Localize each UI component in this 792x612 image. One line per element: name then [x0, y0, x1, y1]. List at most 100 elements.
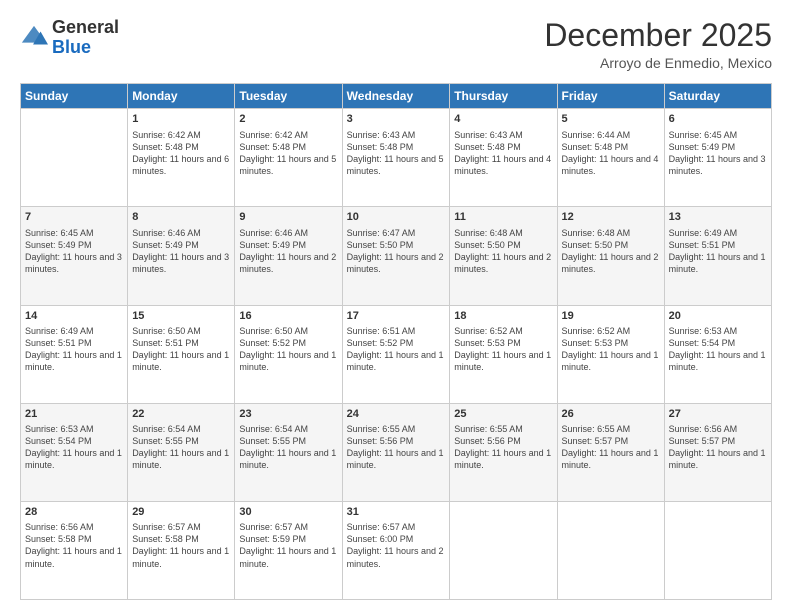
- calendar-day-cell: 31Sunrise: 6:57 AMSunset: 6:00 PMDayligh…: [342, 501, 450, 599]
- calendar-day-cell: 6 Sunrise: 6:45 AMSunset: 5:49 PMDaylight…: [664, 109, 771, 207]
- day-number: 7: [25, 210, 123, 225]
- calendar-day-header: Wednesday: [342, 84, 450, 109]
- calendar-day-cell: 16Sunrise: 6:50 AMSunset: 5:52 PMDayligh…: [235, 305, 342, 403]
- day-number: 20: [669, 309, 767, 324]
- day-info: Sunrise: 6:46 AMSunset: 5:49 PMDaylight:…: [239, 227, 337, 276]
- day-info: Sunrise: 6:44 AMSunset: 5:48 PMDaylight:…: [562, 129, 660, 178]
- day-number: 6: [669, 112, 767, 127]
- day-number: 23: [239, 407, 337, 422]
- day-number: 12: [562, 210, 660, 225]
- calendar-day-cell: 20Sunrise: 6:53 AMSunset: 5:54 PMDayligh…: [664, 305, 771, 403]
- calendar-day-cell: 30Sunrise: 6:57 AMSunset: 5:59 PMDayligh…: [235, 501, 342, 599]
- day-info: Sunrise: 6:45 AMSunset: 5:49 PMDaylight:…: [25, 227, 123, 276]
- day-info: Sunrise: 6:46 AMSunset: 5:49 PMDaylight:…: [132, 227, 230, 276]
- day-info: Sunrise: 6:55 AMSunset: 5:56 PMDaylight:…: [454, 423, 552, 472]
- calendar-body: 1Sunrise: 6:42 AMSunset: 5:48 PMDaylight…: [21, 109, 772, 600]
- logo-general: General: [52, 18, 119, 38]
- day-number: 21: [25, 407, 123, 422]
- calendar-day-cell: 23Sunrise: 6:54 AMSunset: 5:55 PMDayligh…: [235, 403, 342, 501]
- day-info: Sunrise: 6:50 AMSunset: 5:51 PMDaylight:…: [132, 325, 230, 374]
- day-info: Sunrise: 6:53 AMSunset: 5:54 PMDaylight:…: [669, 325, 767, 374]
- day-number: 2: [239, 112, 337, 127]
- month-title: December 2025: [544, 18, 772, 53]
- calendar-day-cell: 11 Sunrise: 6:48 AMSunset: 5:50 PMDayligh…: [450, 207, 557, 305]
- day-info: Sunrise: 6:43 AMSunset: 5:48 PMDaylight:…: [454, 129, 552, 178]
- calendar-day-cell: 8 Sunrise: 6:46 AMSunset: 5:49 PMDaylight…: [128, 207, 235, 305]
- day-number: 31: [347, 505, 446, 520]
- day-info: Sunrise: 6:54 AMSunset: 5:55 PMDaylight:…: [239, 423, 337, 472]
- day-info: Sunrise: 6:47 AMSunset: 5:50 PMDaylight:…: [347, 227, 446, 276]
- day-info: Sunrise: 6:53 AMSunset: 5:54 PMDaylight:…: [25, 423, 123, 472]
- day-info: Sunrise: 6:57 AMSunset: 6:00 PMDaylight:…: [347, 521, 446, 570]
- day-number: 24: [347, 407, 446, 422]
- calendar-day-cell: 24Sunrise: 6:55 AMSunset: 5:56 PMDayligh…: [342, 403, 450, 501]
- day-number: 28: [25, 505, 123, 520]
- calendar-day-header: Friday: [557, 84, 664, 109]
- day-number: 19: [562, 309, 660, 324]
- calendar-day-header: Monday: [128, 84, 235, 109]
- day-info: Sunrise: 6:48 AMSunset: 5:50 PMDaylight:…: [562, 227, 660, 276]
- day-info: Sunrise: 6:42 AMSunset: 5:48 PMDaylight:…: [132, 129, 230, 178]
- calendar-day-cell: [557, 501, 664, 599]
- calendar-day-header: Thursday: [450, 84, 557, 109]
- calendar-day-cell: 21Sunrise: 6:53 AMSunset: 5:54 PMDayligh…: [21, 403, 128, 501]
- day-number: 22: [132, 407, 230, 422]
- day-info: Sunrise: 6:45 AMSunset: 5:49 PMDaylight:…: [669, 129, 767, 178]
- calendar-day-cell: 17Sunrise: 6:51 AMSunset: 5:52 PMDayligh…: [342, 305, 450, 403]
- day-number: 25: [454, 407, 552, 422]
- calendar-day-cell: 22Sunrise: 6:54 AMSunset: 5:55 PMDayligh…: [128, 403, 235, 501]
- calendar-day-cell: 12 Sunrise: 6:48 AMSunset: 5:50 PMDayligh…: [557, 207, 664, 305]
- day-number: 27: [669, 407, 767, 422]
- day-number: 11: [454, 210, 552, 225]
- page: General Blue December 2025 Arroyo de Enm…: [0, 0, 792, 612]
- day-info: Sunrise: 6:57 AMSunset: 5:59 PMDaylight:…: [239, 521, 337, 570]
- calendar-day-cell: [664, 501, 771, 599]
- calendar-day-cell: 1Sunrise: 6:42 AMSunset: 5:48 PMDaylight…: [128, 109, 235, 207]
- calendar-day-cell: 13 Sunrise: 6:49 AMSunset: 5:51 PMDayligh…: [664, 207, 771, 305]
- calendar-week-row: 1Sunrise: 6:42 AMSunset: 5:48 PMDaylight…: [21, 109, 772, 207]
- calendar: SundayMondayTuesdayWednesdayThursdayFrid…: [20, 83, 772, 600]
- day-info: Sunrise: 6:49 AMSunset: 5:51 PMDaylight:…: [669, 227, 767, 276]
- calendar-day-header: Saturday: [664, 84, 771, 109]
- day-info: Sunrise: 6:48 AMSunset: 5:50 PMDaylight:…: [454, 227, 552, 276]
- day-number: 8: [132, 210, 230, 225]
- day-number: 5: [562, 112, 660, 127]
- logo: General Blue: [20, 18, 119, 58]
- logo-icon: [20, 24, 48, 52]
- calendar-day-cell: 15Sunrise: 6:50 AMSunset: 5:51 PMDayligh…: [128, 305, 235, 403]
- day-number: 4: [454, 112, 552, 127]
- calendar-day-header: Tuesday: [235, 84, 342, 109]
- calendar-day-cell: 26Sunrise: 6:55 AMSunset: 5:57 PMDayligh…: [557, 403, 664, 501]
- day-number: 14: [25, 309, 123, 324]
- calendar-day-cell: 5 Sunrise: 6:44 AMSunset: 5:48 PMDaylight…: [557, 109, 664, 207]
- calendar-day-cell: 27Sunrise: 6:56 AMSunset: 5:57 PMDayligh…: [664, 403, 771, 501]
- day-number: 3: [347, 112, 446, 127]
- calendar-week-row: 14Sunrise: 6:49 AMSunset: 5:51 PMDayligh…: [21, 305, 772, 403]
- day-info: Sunrise: 6:43 AMSunset: 5:48 PMDaylight:…: [347, 129, 446, 178]
- logo-blue: Blue: [52, 38, 119, 58]
- location: Arroyo de Enmedio, Mexico: [544, 55, 772, 71]
- day-number: 18: [454, 309, 552, 324]
- day-number: 13: [669, 210, 767, 225]
- day-info: Sunrise: 6:50 AMSunset: 5:52 PMDaylight:…: [239, 325, 337, 374]
- day-number: 17: [347, 309, 446, 324]
- day-info: Sunrise: 6:51 AMSunset: 5:52 PMDaylight:…: [347, 325, 446, 374]
- day-number: 15: [132, 309, 230, 324]
- day-number: 16: [239, 309, 337, 324]
- calendar-day-cell: 4 Sunrise: 6:43 AMSunset: 5:48 PMDaylight…: [450, 109, 557, 207]
- calendar-day-cell: 29Sunrise: 6:57 AMSunset: 5:58 PMDayligh…: [128, 501, 235, 599]
- header: General Blue December 2025 Arroyo de Enm…: [20, 18, 772, 71]
- calendar-day-cell: 19Sunrise: 6:52 AMSunset: 5:53 PMDayligh…: [557, 305, 664, 403]
- calendar-week-row: 7 Sunrise: 6:45 AMSunset: 5:49 PMDaylight…: [21, 207, 772, 305]
- calendar-day-cell: 9 Sunrise: 6:46 AMSunset: 5:49 PMDaylight…: [235, 207, 342, 305]
- calendar-day-cell: 3 Sunrise: 6:43 AMSunset: 5:48 PMDaylight…: [342, 109, 450, 207]
- day-info: Sunrise: 6:52 AMSunset: 5:53 PMDaylight:…: [562, 325, 660, 374]
- day-number: 29: [132, 505, 230, 520]
- calendar-day-cell: 28Sunrise: 6:56 AMSunset: 5:58 PMDayligh…: [21, 501, 128, 599]
- calendar-day-cell: 7 Sunrise: 6:45 AMSunset: 5:49 PMDaylight…: [21, 207, 128, 305]
- day-info: Sunrise: 6:49 AMSunset: 5:51 PMDaylight:…: [25, 325, 123, 374]
- day-info: Sunrise: 6:42 AMSunset: 5:48 PMDaylight:…: [239, 129, 337, 178]
- calendar-week-row: 21Sunrise: 6:53 AMSunset: 5:54 PMDayligh…: [21, 403, 772, 501]
- calendar-day-cell: [21, 109, 128, 207]
- day-number: 9: [239, 210, 337, 225]
